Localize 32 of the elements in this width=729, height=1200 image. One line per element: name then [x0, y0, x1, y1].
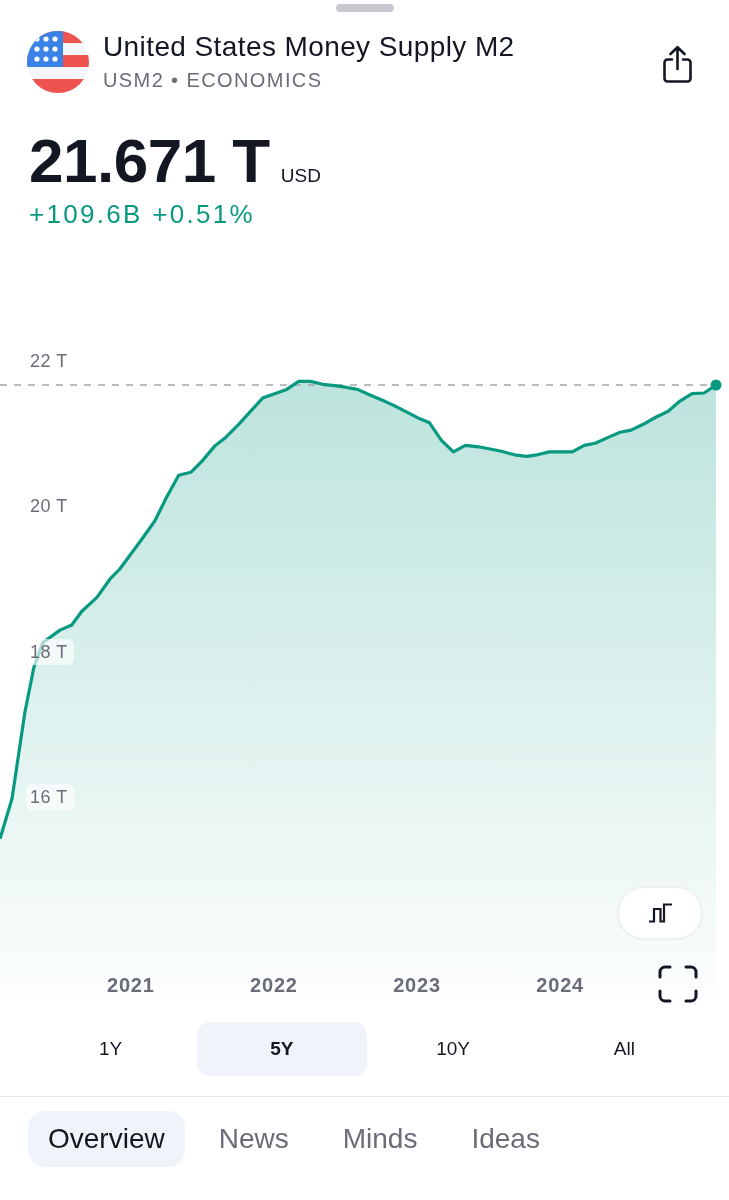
y-tick-label: 20 T	[30, 496, 68, 517]
drag-handle[interactable]	[335, 4, 394, 12]
x-axis-label: 2021	[106, 974, 155, 996]
fullscreen-button[interactable]	[658, 965, 698, 1003]
step-line-icon	[648, 903, 672, 923]
y-tick-label: 16 T	[30, 787, 68, 808]
symbol-title: United States Money Supply M2	[103, 31, 515, 63]
last-point-marker-icon	[710, 379, 722, 391]
y-tick-label: 22 T	[30, 351, 68, 371]
y-axis-label: 22 T	[26, 348, 74, 374]
symbol-subtitle: USM2 • ECONOMICS	[103, 68, 324, 92]
share-button[interactable]	[662, 45, 693, 84]
section-tab[interactable]: Ideas	[451, 1111, 560, 1167]
y-axis-label: 20 T	[26, 493, 74, 520]
price-change-percent: +0.51%	[152, 199, 255, 229]
section-tab[interactable]: News	[198, 1111, 309, 1167]
section-tab[interactable]: Overview	[28, 1111, 185, 1167]
share-icon	[662, 45, 693, 84]
section-tab[interactable]: Minds	[322, 1111, 438, 1167]
range-tab[interactable]: 10Y	[368, 1022, 538, 1076]
currency-label: USD	[280, 164, 321, 188]
y-axis-label: 16 T	[26, 784, 74, 811]
price-value: 21.671 T	[29, 125, 270, 197]
price-change: +109.6B	[29, 199, 143, 229]
x-axis-label: 2022	[250, 974, 298, 996]
y-tick-label: 18 T	[30, 641, 68, 662]
fullscreen-icon	[658, 965, 698, 1003]
x-axis-label: 2024	[536, 974, 584, 996]
x-axis-label: 2023	[393, 974, 441, 996]
range-tab[interactable]: All	[539, 1022, 709, 1076]
range-tab[interactable]: 1Y	[26, 1022, 196, 1076]
range-tab[interactable]: 5Y	[197, 1022, 367, 1076]
